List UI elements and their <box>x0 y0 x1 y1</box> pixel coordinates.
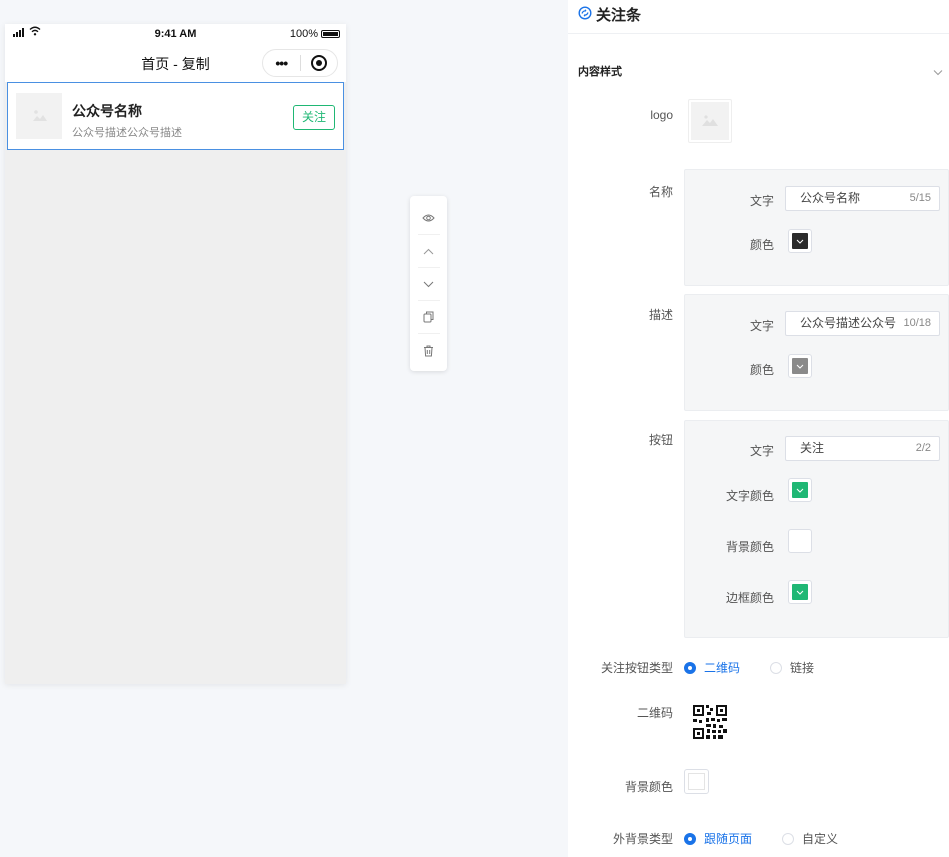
button-text-color-picker[interactable] <box>788 478 812 502</box>
bg-color-fill <box>688 773 705 790</box>
mini-program-navbar: 首页 - 复制 ••• <box>5 44 346 82</box>
description-settings-group: 文字 公众号描述公众号 10/18 颜色 <box>684 294 949 411</box>
button-text-color-fill <box>792 482 808 498</box>
name-text-count: 5/15 <box>909 192 931 204</box>
radio-link[interactable]: 链接 <box>770 659 814 676</box>
button-text-label: 文字 <box>749 444 774 458</box>
panel-title: 关注条 <box>596 7 642 24</box>
qrcode-label: 二维码 <box>636 706 673 720</box>
description-text-value: 公众号描述公众号 <box>800 316 897 330</box>
button-border-color-picker[interactable] <box>788 580 812 604</box>
outer-bg-radio-group: 跟随页面 自定义 <box>684 830 868 847</box>
follow-bar-component[interactable]: 公众号名称 公众号描述公众号描述 关注 <box>7 82 344 150</box>
description-color-picker[interactable] <box>788 354 812 378</box>
panel-header: 关注条 <box>578 4 641 25</box>
description-text-input[interactable]: 公众号描述公众号 10/18 <box>785 311 940 336</box>
status-bar: 9:41 AM 100% <box>5 24 346 44</box>
button-label: 按钮 <box>648 433 673 447</box>
button-text-color-label: 文字颜色 <box>725 489 774 503</box>
chevron-down-icon <box>796 364 804 369</box>
button-bg-color-label: 背景颜色 <box>725 540 774 554</box>
radio-qrcode-label: 二维码 <box>704 661 741 675</box>
description-label: 描述 <box>648 308 673 322</box>
radio-follow-page-label: 跟随页面 <box>704 832 753 846</box>
chevron-down-icon[interactable] <box>933 63 943 81</box>
qrcode-icon <box>688 700 732 744</box>
component-toolbar <box>410 196 447 371</box>
radio-custom[interactable]: 自定义 <box>782 830 838 847</box>
radio-dot <box>782 832 795 845</box>
arrow-down-icon[interactable] <box>417 268 440 301</box>
section-title: 内容样式 <box>578 66 622 78</box>
button-border-color-label: 边框颜色 <box>725 591 774 605</box>
name-text-input[interactable]: 公众号名称 5/15 <box>785 186 940 211</box>
button-text-count: 2/2 <box>915 442 931 454</box>
name-settings-group: 文字 公众号名称 5/15 颜色 <box>684 169 949 286</box>
more-icon[interactable]: ••• <box>263 55 300 71</box>
follow-button[interactable]: 关注 <box>293 105 335 130</box>
copy-icon[interactable] <box>417 301 440 334</box>
name-color-picker[interactable] <box>788 229 812 253</box>
button-bg-color-picker[interactable] <box>788 529 812 553</box>
chevron-down-icon <box>796 488 804 493</box>
battery-percent: 100% <box>289 28 318 40</box>
radio-link-label: 链接 <box>790 661 815 675</box>
phone-preview: 9:41 AM 100% 首页 - 复制 ••• 公众号名称 公众号描述公众号描… <box>5 24 346 684</box>
name-text-label: 文字 <box>749 194 774 208</box>
radio-follow-page[interactable]: 跟随页面 <box>684 830 752 847</box>
qrcode-upload[interactable] <box>688 700 732 744</box>
button-text-value: 关注 <box>800 441 825 455</box>
arrow-up-icon[interactable] <box>417 235 440 268</box>
radio-dot <box>684 661 696 674</box>
follow-type-label: 关注按钮类型 <box>600 661 673 675</box>
name-color-label: 颜色 <box>749 238 774 252</box>
chevron-down-icon <box>796 590 804 595</box>
outer-bg-type-label: 外背景类型 <box>612 832 673 846</box>
account-logo-placeholder <box>16 93 62 139</box>
panel-divider <box>568 33 949 34</box>
image-placeholder-icon <box>691 102 729 140</box>
button-border-color-fill <box>792 584 808 600</box>
bg-color-label: 背景颜色 <box>624 780 673 794</box>
radio-custom-label: 自定义 <box>802 832 839 846</box>
button-bg-color-fill <box>792 533 808 549</box>
description-color-fill <box>792 358 808 374</box>
chevron-down-icon <box>796 239 804 244</box>
bg-color-picker[interactable] <box>684 769 709 794</box>
follow-type-radio-group: 二维码 链接 <box>684 659 844 676</box>
radio-dot <box>684 832 696 845</box>
refresh-circle-icon <box>578 5 592 24</box>
radio-qrcode[interactable]: 二维码 <box>684 659 740 676</box>
button-text-input[interactable]: 关注 2/2 <box>785 436 940 461</box>
description-text-count: 10/18 <box>903 317 931 329</box>
name-text-value: 公众号名称 <box>800 191 861 205</box>
description-text-label: 文字 <box>749 319 774 333</box>
name-color-fill <box>792 233 808 249</box>
settings-panel: 关注条 内容样式 logo 名称 文字 公众号名称 5/15 颜色 描述 文字 … <box>568 0 949 857</box>
button-settings-group: 文字 关注 2/2 文字颜色 背景颜色 边框颜色 <box>684 420 949 638</box>
description-color-label: 颜色 <box>749 363 774 377</box>
account-name: 公众号名称 <box>72 103 142 119</box>
logo-label: logo <box>650 108 673 122</box>
eye-icon[interactable] <box>417 202 440 235</box>
logo-upload[interactable] <box>688 99 732 143</box>
close-target-icon[interactable] <box>301 55 338 71</box>
delete-icon[interactable] <box>418 334 440 367</box>
capsule-menu: ••• <box>262 49 338 77</box>
account-description: 公众号描述公众号描述 <box>72 127 182 139</box>
radio-dot <box>770 661 783 674</box>
name-label: 名称 <box>648 185 673 199</box>
battery-icon <box>321 30 340 38</box>
